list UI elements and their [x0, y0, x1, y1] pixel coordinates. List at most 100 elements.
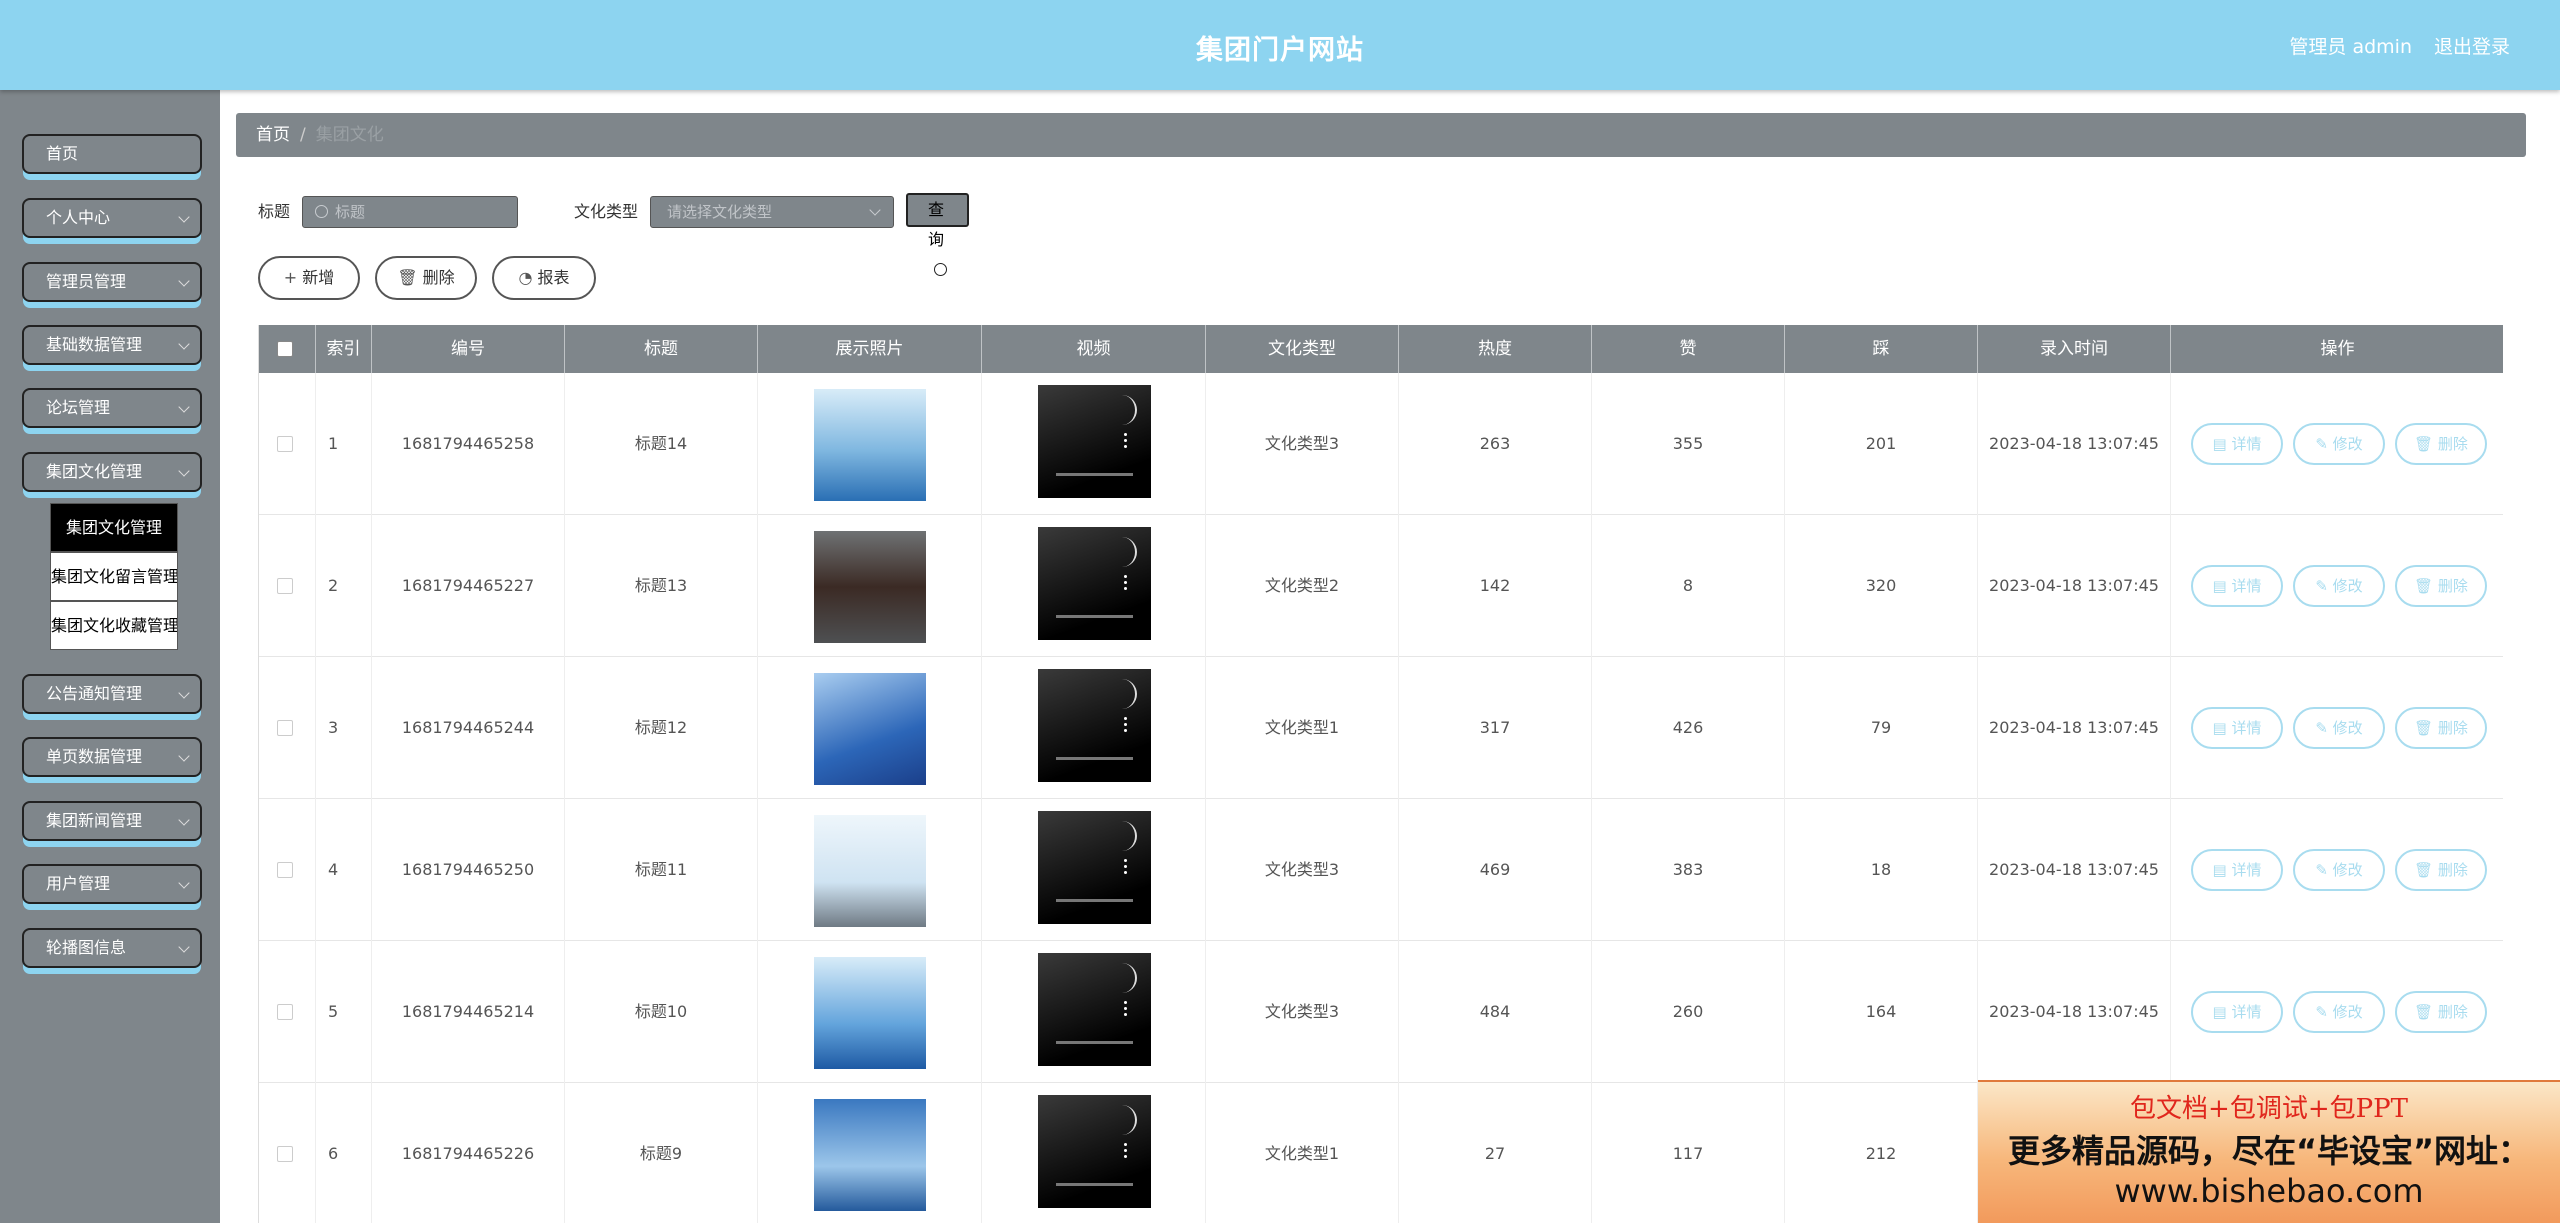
delete-button[interactable]: 🗑 删除 [2395, 565, 2487, 607]
submenu-item-culture-messages[interactable]: 集团文化留言管理 [50, 552, 178, 601]
cell-likes: 383 [1592, 799, 1785, 941]
more-options-icon[interactable] [1124, 859, 1127, 862]
cell-time: 2023-04-18 13:07:45 [1978, 941, 2171, 1083]
row-checkbox[interactable] [277, 720, 293, 736]
cell-title: 标题12 [565, 657, 758, 799]
display-photo-image[interactable] [814, 815, 926, 927]
more-options-icon[interactable] [1124, 717, 1127, 720]
cell-time: 2023-04-18 13:07:45 [1978, 799, 2171, 941]
video-player[interactable] [1038, 953, 1151, 1066]
row-checkbox[interactable] [277, 862, 293, 878]
delete-button[interactable]: 🗑 删除 [2395, 991, 2487, 1033]
more-options-icon[interactable] [1124, 433, 1127, 436]
breadcrumb-home[interactable]: 首页 [256, 125, 290, 145]
query-button[interactable]: 查询 [906, 193, 969, 276]
trash-icon: 🗑 [2414, 861, 2438, 879]
detail-button[interactable]: ▤ 详情 [2191, 707, 2283, 749]
culture-type-select[interactable]: 请选择文化类型 [650, 196, 894, 228]
video-progress-bar[interactable] [1056, 1041, 1133, 1044]
culture-submenu: 集团文化管理 集团文化留言管理 集团文化收藏管理 [50, 503, 178, 650]
detail-button[interactable]: ▤ 详情 [2191, 849, 2283, 891]
row-checkbox[interactable] [277, 436, 293, 452]
delete-button[interactable]: 🗑 删除 [2395, 423, 2487, 465]
pencil-icon: ✎ [2315, 1003, 2333, 1021]
video-player[interactable] [1038, 811, 1151, 924]
display-photo-image[interactable] [814, 673, 926, 785]
edit-button[interactable]: ✎ 修改 [2293, 849, 2385, 891]
edit-button[interactable]: ✎ 修改 [2293, 565, 2385, 607]
cell-index: 5 [316, 941, 372, 1083]
edit-button-label: 修改 [2332, 861, 2363, 879]
detail-button[interactable]: ▤ 详情 [2191, 423, 2283, 465]
edit-button-label: 修改 [2332, 1003, 2363, 1021]
add-button[interactable]: + 新增 [258, 256, 360, 300]
video-progress-bar[interactable] [1056, 757, 1133, 760]
sidebar-item-users[interactable]: 用户管理 [22, 864, 202, 904]
row-select-cell [259, 657, 316, 799]
display-photo-image[interactable] [814, 389, 926, 501]
cell-dislikes: 320 [1785, 515, 1978, 657]
delete-button[interactable]: 🗑 删除 [2395, 849, 2487, 891]
title-search-input[interactable]: 标题 [302, 196, 518, 228]
cell-likes: 355 [1592, 373, 1785, 515]
submenu-item-culture-favorites[interactable]: 集团文化收藏管理 [50, 601, 178, 650]
header-likes: 赞 [1592, 325, 1785, 373]
detail-button[interactable]: ▤ 详情 [2191, 991, 2283, 1033]
video-player[interactable] [1038, 1095, 1151, 1208]
row-checkbox[interactable] [277, 1146, 293, 1162]
chevron-down-icon [178, 465, 190, 477]
sidebar-item-forum[interactable]: 论坛管理 [22, 388, 202, 428]
delete-button[interactable]: 🗑 删除 [2395, 707, 2487, 749]
breadcrumb: 首页 / 集团文化 [236, 113, 2526, 157]
sidebar-item-notices[interactable]: 公告通知管理 [22, 674, 202, 714]
sidebar-item-basic-data[interactable]: 基础数据管理 [22, 325, 202, 365]
logout-link[interactable]: 退出登录 [2434, 32, 2510, 59]
report-button[interactable]: ◔ 报表 [492, 256, 596, 300]
watermark-line-1: 包文档+包调试+包PPT [2130, 1094, 2408, 1124]
sidebar: 首页 个人中心 管理员管理 基础数据管理 论坛管理 集团文化管理 集团文化管理 … [0, 90, 220, 1223]
video-progress-bar[interactable] [1056, 899, 1133, 902]
sidebar-item-carousel[interactable]: 轮播图信息 [22, 928, 202, 968]
cell-photo [758, 799, 982, 941]
row-checkbox[interactable] [277, 578, 293, 594]
delete-button-label: 删除 [422, 268, 455, 287]
display-photo-image[interactable] [814, 957, 926, 1069]
chevron-down-icon [178, 275, 190, 287]
more-options-icon[interactable] [1124, 1143, 1127, 1146]
sidebar-item-news[interactable]: 集团新闻管理 [22, 801, 202, 841]
trash-icon: 🗑 [2414, 435, 2438, 453]
sidebar-item-home[interactable]: 首页 [22, 134, 202, 174]
video-progress-bar[interactable] [1056, 615, 1133, 618]
video-player[interactable] [1038, 385, 1151, 498]
row-checkbox[interactable] [277, 1004, 293, 1020]
more-options-icon[interactable] [1124, 1001, 1127, 1004]
display-photo-image[interactable] [814, 531, 926, 643]
edit-button[interactable]: ✎ 修改 [2293, 707, 2385, 749]
video-loading-arc [1115, 963, 1137, 993]
header-heat: 热度 [1399, 325, 1592, 373]
video-loading-arc [1115, 1105, 1137, 1135]
detail-button-label: 详情 [2231, 719, 2262, 737]
cell-photo [758, 1083, 982, 1223]
video-progress-bar[interactable] [1056, 1183, 1133, 1186]
cell-video [982, 941, 1206, 1083]
video-player[interactable] [1038, 527, 1151, 640]
sidebar-item-personal-center[interactable]: 个人中心 [22, 198, 202, 238]
culture-type-placeholder: 请选择文化类型 [667, 203, 773, 221]
sidebar-item-culture[interactable]: 集团文化管理 [22, 452, 202, 492]
edit-button[interactable]: ✎ 修改 [2293, 991, 2385, 1033]
bulk-delete-button[interactable]: 🗑 删除 [375, 256, 477, 300]
video-progress-bar[interactable] [1056, 473, 1133, 476]
cell-time: 2023-04-18 13:07:45 [1978, 657, 2171, 799]
display-photo-image[interactable] [814, 1099, 926, 1211]
submenu-item-culture[interactable]: 集团文化管理 [50, 503, 178, 552]
sidebar-item-single-page[interactable]: 单页数据管理 [22, 737, 202, 777]
cell-dislikes: 164 [1785, 941, 1978, 1083]
edit-button[interactable]: ✎ 修改 [2293, 423, 2385, 465]
select-all-checkbox[interactable] [277, 341, 293, 357]
detail-button[interactable]: ▤ 详情 [2191, 565, 2283, 607]
sidebar-item-admin-management[interactable]: 管理员管理 [22, 262, 202, 302]
cell-time: 2023-04-18 13:07:45 [1978, 373, 2171, 515]
video-player[interactable] [1038, 669, 1151, 782]
more-options-icon[interactable] [1124, 575, 1127, 578]
